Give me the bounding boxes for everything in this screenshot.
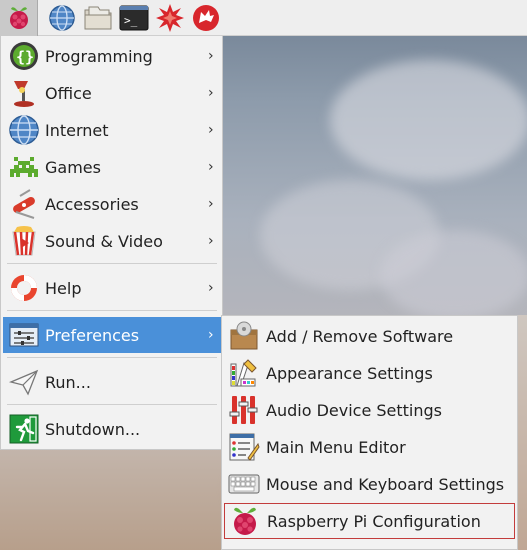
menu-item-label: Shutdown... [45,419,141,439]
menu-item-programming[interactable]: {} Programming › [3,38,222,74]
desktop-cloud [380,230,527,320]
submenu-item-audio-device-settings[interactable]: Audio Device Settings [224,392,515,428]
desktop-edge [518,315,527,550]
menu-item-sound-video[interactable]: Sound & Video › [3,223,222,259]
submenu-item-raspberry-pi-configuration[interactable]: Raspberry Pi Configuration [224,503,515,539]
mathematica-icon [155,3,185,33]
menu-item-label: Help [45,278,82,298]
terminal-icon: >_ [119,5,149,31]
terminal-prompt-glyph: >_ [124,14,138,27]
menu-editor-icon [228,431,260,463]
chevron-right-icon: › [208,327,214,343]
submenu-item-label: Main Menu Editor [266,437,406,457]
menu-item-office[interactable]: Office › [3,75,222,111]
shutdown-icon [8,413,40,445]
wolfram-launcher[interactable] [188,0,224,36]
main-menu: {} Programming › Office › Internet › Gam… [0,36,223,450]
sound-video-icon [8,225,40,257]
submenu-item-label: Add / Remove Software [266,326,454,346]
menu-item-games[interactable]: Games › [3,149,222,185]
submenu-item-appearance-settings[interactable]: Appearance Settings [224,355,515,391]
file-manager-launcher[interactable] [80,0,116,36]
menu-item-label: Accessories [45,194,139,214]
raspberry-menu-button[interactable] [0,0,38,36]
run-icon [8,366,40,398]
desktop-cloud [330,60,527,180]
mathematica-launcher[interactable] [152,0,188,36]
menu-item-label: Internet [45,120,109,140]
submenu-item-main-menu-editor[interactable]: Main Menu Editor [224,429,515,465]
internet-icon [8,114,40,146]
mixer-icon [228,394,260,426]
keyboard-icon [228,468,260,500]
chevron-right-icon: › [208,48,214,64]
menu-item-label: Run... [45,372,91,392]
menu-item-accessories[interactable]: Accessories › [3,186,222,222]
package-icon [228,320,260,352]
submenu-item-add-remove-software[interactable]: Add / Remove Software [224,318,515,354]
accessories-icon [8,188,40,220]
menu-item-label: Sound & Video [45,231,163,251]
palette-icon [228,357,260,389]
chevron-right-icon: › [208,85,214,101]
menu-item-label: Games [45,157,101,177]
office-icon [8,77,40,109]
menu-item-run[interactable]: Run... [3,364,222,400]
help-icon [8,272,40,304]
preferences-icon [8,319,40,351]
submenu-item-label: Appearance Settings [266,363,433,383]
menu-divider [7,263,217,264]
menu-item-label: Office [45,83,92,103]
submenu-item-label: Raspberry Pi Configuration [267,511,481,531]
programming-icon: {} [8,40,40,72]
web-browser-launcher[interactable] [44,0,80,36]
chevron-right-icon: › [208,159,214,175]
menu-item-shutdown[interactable]: Shutdown... [3,411,222,447]
web-browser-icon [48,4,76,32]
chevron-right-icon: › [208,122,214,138]
submenu-item-mouse-keyboard-settings[interactable]: Mouse and Keyboard Settings [224,466,515,502]
menu-divider [7,310,217,311]
submenu-item-label: Mouse and Keyboard Settings [266,474,505,494]
preferences-submenu: Add / Remove Software Appearance Setting… [221,315,518,550]
raspberry-icon [229,505,261,537]
chevron-right-icon: › [208,233,214,249]
programming-braces-glyph: {} [16,48,34,66]
menu-item-help[interactable]: Help › [3,270,222,306]
menu-item-label: Programming [45,46,153,66]
chevron-right-icon: › [208,196,214,212]
terminal-launcher[interactable]: >_ [116,0,152,36]
menu-divider [7,404,217,405]
chevron-right-icon: › [208,280,214,296]
menu-item-internet[interactable]: Internet › [3,112,222,148]
games-icon [8,151,40,183]
taskbar: >_ [0,0,527,36]
file-manager-icon [83,5,113,31]
submenu-item-label: Audio Device Settings [266,400,442,420]
wolfram-icon [191,3,221,33]
menu-item-label: Preferences [45,325,140,345]
raspberry-menu-icon [7,5,31,31]
menu-divider [7,357,217,358]
menu-item-preferences[interactable]: Preferences › [3,317,222,353]
